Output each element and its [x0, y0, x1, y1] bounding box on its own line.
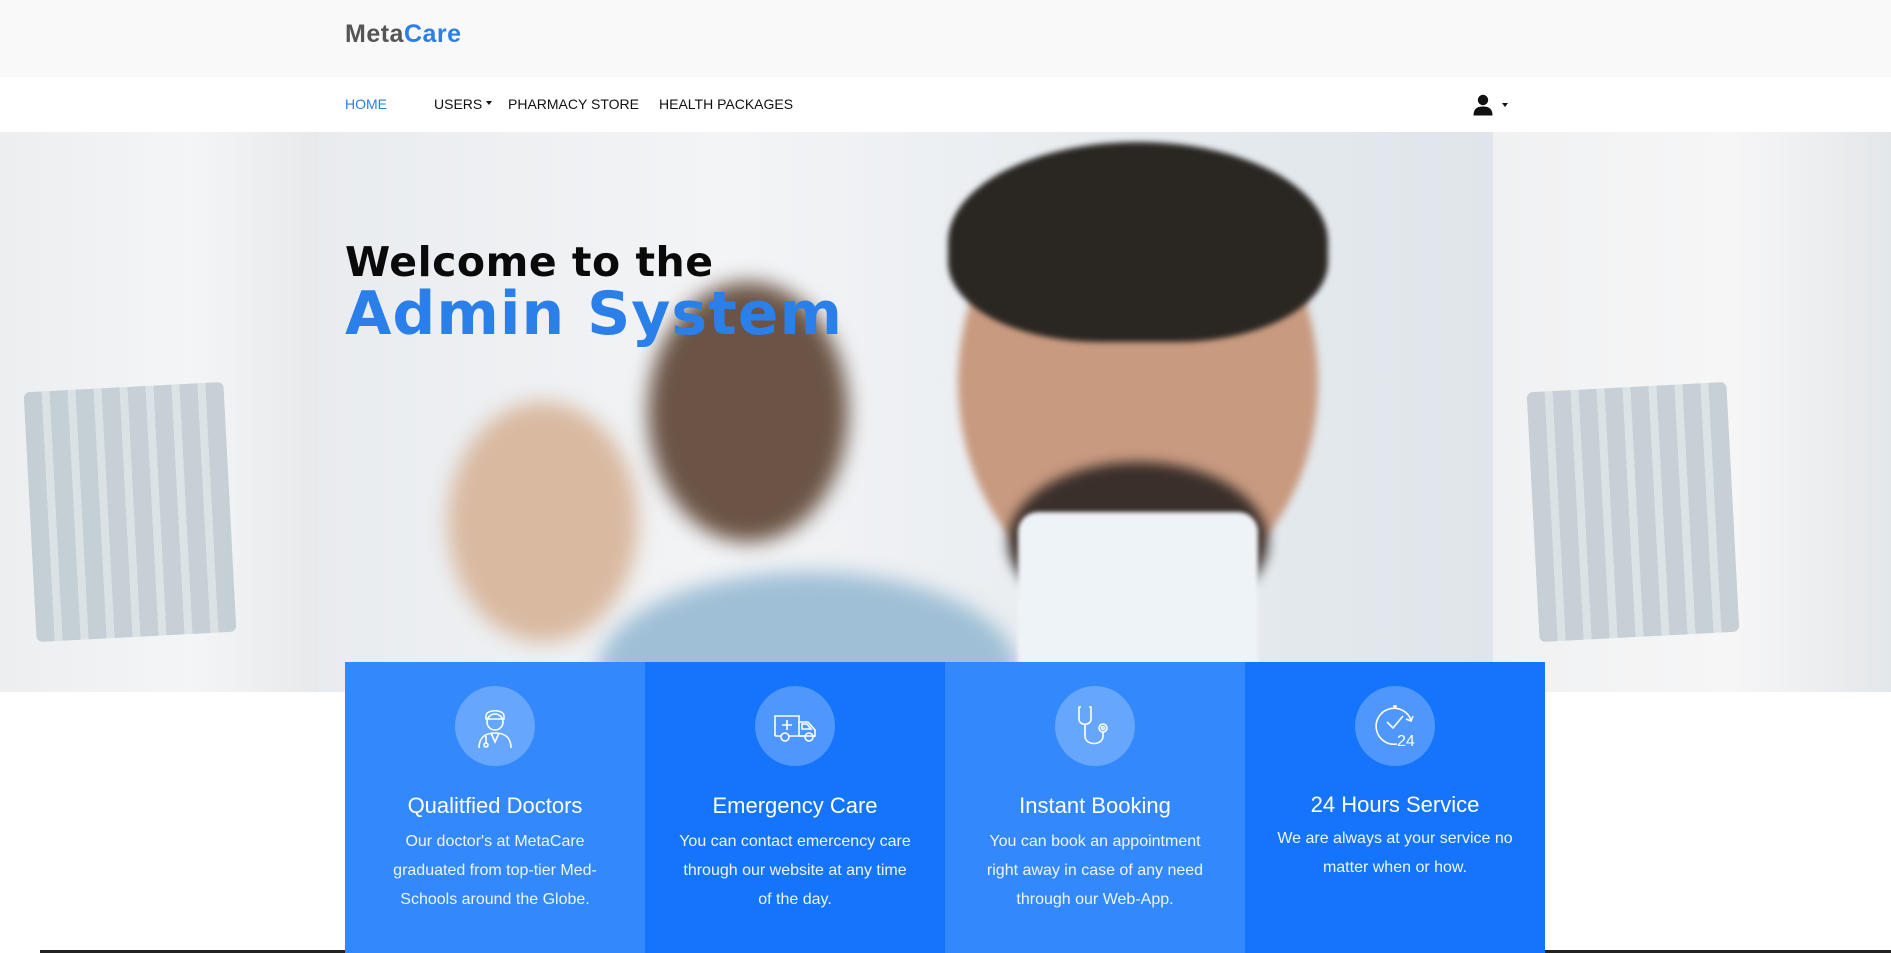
nav-home[interactable]: HOME [345, 77, 387, 132]
hero-side-right [1493, 132, 1891, 692]
ambulance-icon [774, 715, 816, 742]
doctor-icon [478, 709, 512, 749]
nav-users-dropdown[interactable]: USERS [434, 77, 493, 132]
feature-text: You can contact emercency care through o… [679, 833, 911, 908]
hero-side-left [0, 132, 318, 692]
chevron-down-icon [1502, 103, 1508, 107]
hero-banner [0, 132, 1891, 692]
xray-image [1526, 381, 1740, 643]
chevron-down-icon [486, 101, 493, 106]
nav-users-label: USERS [434, 96, 483, 112]
hero-image [318, 132, 1493, 692]
hero-title-line2: Admin System [345, 279, 844, 349]
user-icon [1473, 94, 1493, 116]
hero-heading: Welcome to the Admin System [345, 240, 843, 344]
brand-part-care: Care [403, 20, 462, 48]
feature-card-booking: Instant Booking You can book an appointm… [945, 662, 1245, 953]
brand-bar: MetaCare [0, 0, 1891, 77]
brand-part-meta: Meta [345, 20, 404, 48]
nav-pharmacy-store[interactable]: PHARMACY STORE [508, 77, 639, 132]
hero-title-line1: Welcome to the [345, 238, 714, 286]
feature-card-doctors: Qualitfied Doctors Our doctor's at MetaC… [345, 662, 645, 953]
stethoscope-icon [1078, 706, 1108, 745]
feature-title: 24 Hours Service [1310, 792, 1480, 817]
feature-card-24h: 24 24 Hours Service We are always at you… [1245, 662, 1545, 953]
feature-text: We are always at your service no matter … [1277, 830, 1513, 876]
clock-24-icon: 24 [1375, 705, 1415, 750]
brand-logo[interactable]: MetaCare [345, 20, 462, 49]
feature-text: You can book an appointment right away i… [986, 833, 1204, 908]
svg-text:24: 24 [1397, 733, 1415, 750]
user-menu-dropdown[interactable] [1472, 94, 1508, 116]
main-navbar: HOME USERS PHARMACY STORE HEALTH PACKAGE… [0, 77, 1891, 132]
nav-health-packages[interactable]: HEALTH PACKAGES [659, 77, 793, 132]
feature-card-emergency: Emergency Care You can contact emercency… [645, 662, 945, 953]
feature-title: Qualitfied Doctors [407, 793, 583, 818]
feature-title: Instant Booking [1019, 793, 1171, 818]
feature-title: Emergency Care [712, 793, 878, 818]
xray-image [23, 381, 237, 643]
feature-text: Our doctor's at MetaCare graduated from … [393, 833, 597, 908]
features-row: Qualitfied Doctors Our doctor's at MetaC… [345, 662, 1545, 953]
